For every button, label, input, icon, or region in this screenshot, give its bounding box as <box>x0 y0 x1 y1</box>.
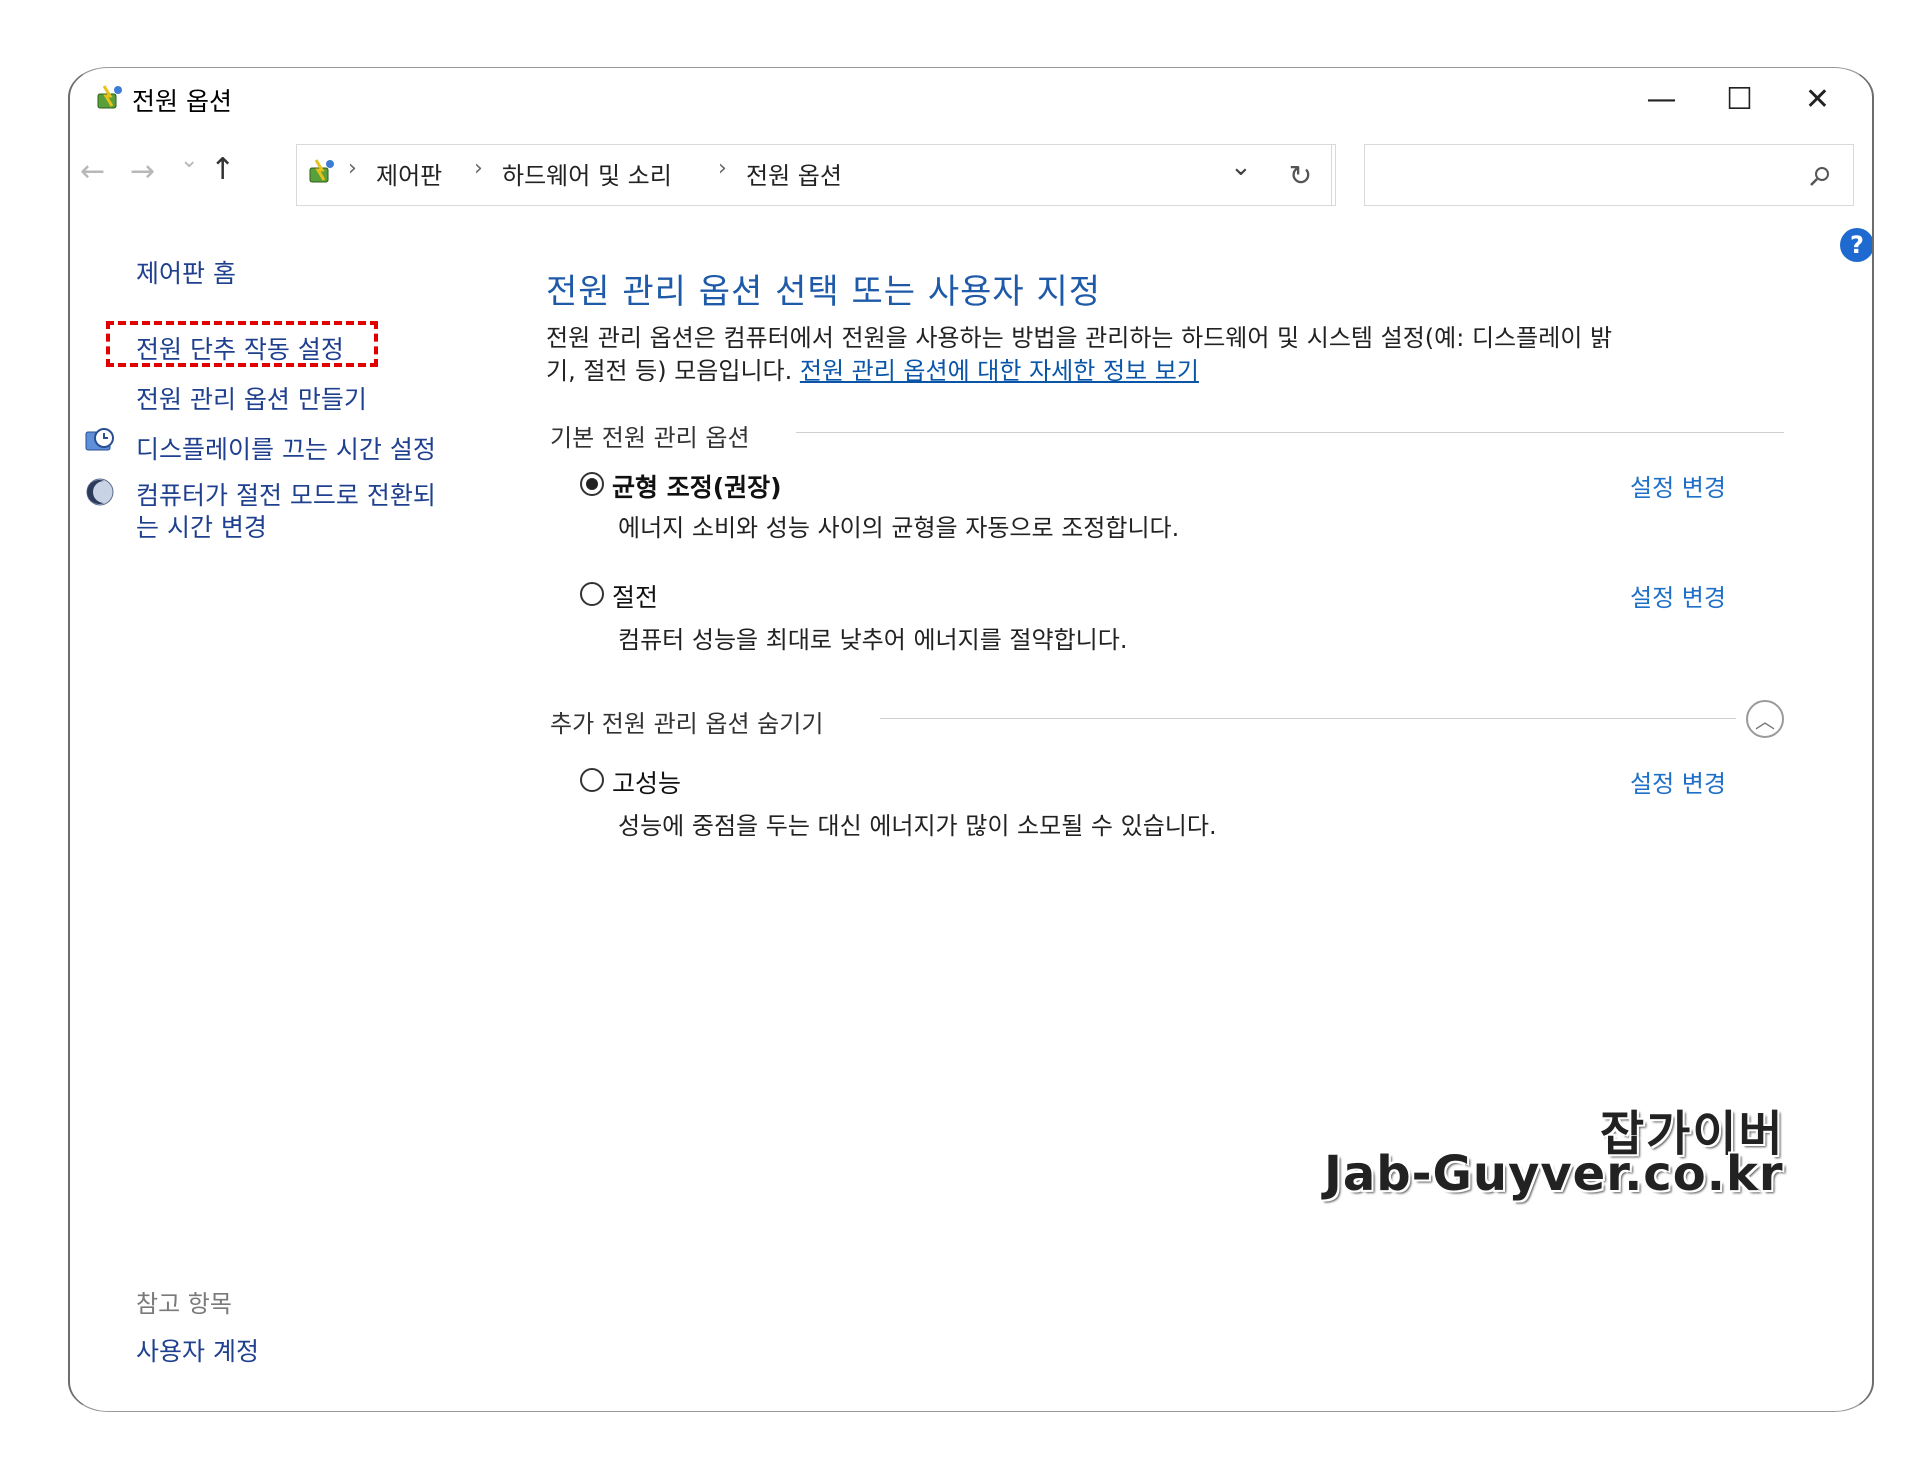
minimize-icon: — <box>1646 81 1677 117</box>
page-description: 전원 관리 옵션은 컴퓨터에서 전원을 사용하는 방법을 관리하는 하드웨어 및… <box>546 322 1846 388</box>
power-options-window: 전원 옵션 — ☐ ✕ ← → ⌄ ↑ › 제어판 › 하드웨어 및 소리 › … <box>68 67 1874 1412</box>
plan-balanced-radio[interactable] <box>580 472 604 496</box>
watermark-url: Jab-Guyver.co.kr <box>1324 1146 1784 1202</box>
collapse-extra-plans-button[interactable]: ︿ <box>1746 700 1784 738</box>
up-button[interactable]: ↑ <box>210 152 235 187</box>
breadcrumb-separator: › <box>348 156 357 181</box>
up-arrow-icon: ↑ <box>210 152 236 187</box>
help-icon: ? <box>1850 231 1864 259</box>
display-clock-icon <box>85 428 114 451</box>
close-icon: ✕ <box>1804 81 1831 117</box>
section-divider <box>880 718 1736 719</box>
back-button[interactable]: ← <box>80 154 105 189</box>
plan-power-saver-name: 절전 <box>612 583 659 612</box>
chevron-up-icon: ︿ <box>1755 708 1775 733</box>
plan-power-saver-change-settings-link[interactable]: 설정 변경 <box>1630 578 1726 613</box>
window-title: 전원 옵션 <box>132 87 232 116</box>
section-divider <box>796 432 1784 433</box>
chevron-down-icon: ⌄ <box>1230 152 1252 182</box>
plan-high-performance-radio[interactable] <box>580 768 604 792</box>
page-title: 전원 관리 옵션 선택 또는 사용자 지정 <box>546 272 1102 312</box>
description-line-2: 기, 절전 등) 모음입니다. 전원 관리 옵션에 대한 자세한 정보 보기 <box>546 355 1846 388</box>
plan-balanced-description: 에너지 소비와 성능 사이의 균형을 자동으로 조정합니다. <box>618 514 1180 542</box>
forward-button[interactable]: → <box>130 154 155 189</box>
sidebar-item-control-panel-home[interactable]: 제어판 홈 <box>136 254 236 290</box>
plan-high-performance-description: 성능에 중점을 두는 대신 에너지가 많이 소모될 수 있습니다. <box>618 812 1217 840</box>
plan-power-saver-radio[interactable] <box>580 582 604 606</box>
breadcrumb-separator: › <box>718 156 727 181</box>
plan-high-performance-name: 고성능 <box>612 769 682 798</box>
plan-balanced-name: 균형 조정(권장) <box>612 473 782 502</box>
extra-plans-section-label[interactable]: 추가 전원 관리 옵션 숨기기 <box>550 704 823 739</box>
sidebar-item-user-accounts[interactable]: 사용자 계정 <box>136 1332 259 1368</box>
plan-high-performance-change-settings-link[interactable]: 설정 변경 <box>1630 764 1726 799</box>
recent-locations-button[interactable]: ⌄ <box>180 148 198 173</box>
control-panel-icon <box>309 159 334 183</box>
power-options-app-icon <box>97 85 122 109</box>
plan-power-saver-description: 컴퓨터 성능을 최대로 낮추어 에너지를 절약합니다. <box>618 626 1128 654</box>
close-button[interactable]: ✕ <box>1770 68 1865 130</box>
sidebar-item-create-power-plan[interactable]: 전원 관리 옵션 만들기 <box>136 380 367 416</box>
refresh-icon: ↻ <box>1288 158 1313 192</box>
description-text: 기, 절전 등) 모음입니다. <box>546 357 800 385</box>
breadcrumb-control-panel[interactable]: 제어판 <box>376 156 442 191</box>
sidebar-item-sleep-time[interactable]: 컴퓨터가 절전 모드로 전환되는 시간 변경 <box>136 480 446 544</box>
breadcrumb-power-options[interactable]: 전원 옵션 <box>746 156 842 191</box>
description-line-1: 전원 관리 옵션은 컴퓨터에서 전원을 사용하는 방법을 관리하는 하드웨어 및… <box>546 324 1613 352</box>
plan-balanced-change-settings-link[interactable]: 설정 변경 <box>1630 468 1726 503</box>
learn-more-link[interactable]: 전원 관리 옵션에 대한 자세한 정보 보기 <box>800 357 1199 385</box>
sidebar-item-display-off-time[interactable]: 디스플레이를 끄는 시간 설정 <box>136 430 436 466</box>
chevron-down-icon: ⌄ <box>180 148 199 173</box>
basic-plans-section-label: 기본 전원 관리 옵션 <box>550 424 750 452</box>
breadcrumb-hardware-sound[interactable]: 하드웨어 및 소리 <box>502 156 672 191</box>
see-also-label: 참고 항목 <box>136 1290 232 1318</box>
search-input[interactable] <box>1364 144 1854 206</box>
forward-arrow-icon: → <box>130 154 156 189</box>
breadcrumb-separator: › <box>474 156 483 181</box>
sidebar-item-power-button-settings[interactable]: 전원 단추 작동 설정 <box>136 330 344 366</box>
search-icon <box>1810 167 1829 186</box>
help-button[interactable]: ? <box>1840 228 1872 262</box>
address-dropdown-button[interactable]: ⌄ <box>1230 152 1252 182</box>
maximize-icon: ☐ <box>1726 81 1753 117</box>
refresh-button[interactable]: ↻ <box>1266 144 1336 206</box>
back-arrow-icon: ← <box>80 154 106 189</box>
sleep-moon-icon <box>86 478 114 506</box>
